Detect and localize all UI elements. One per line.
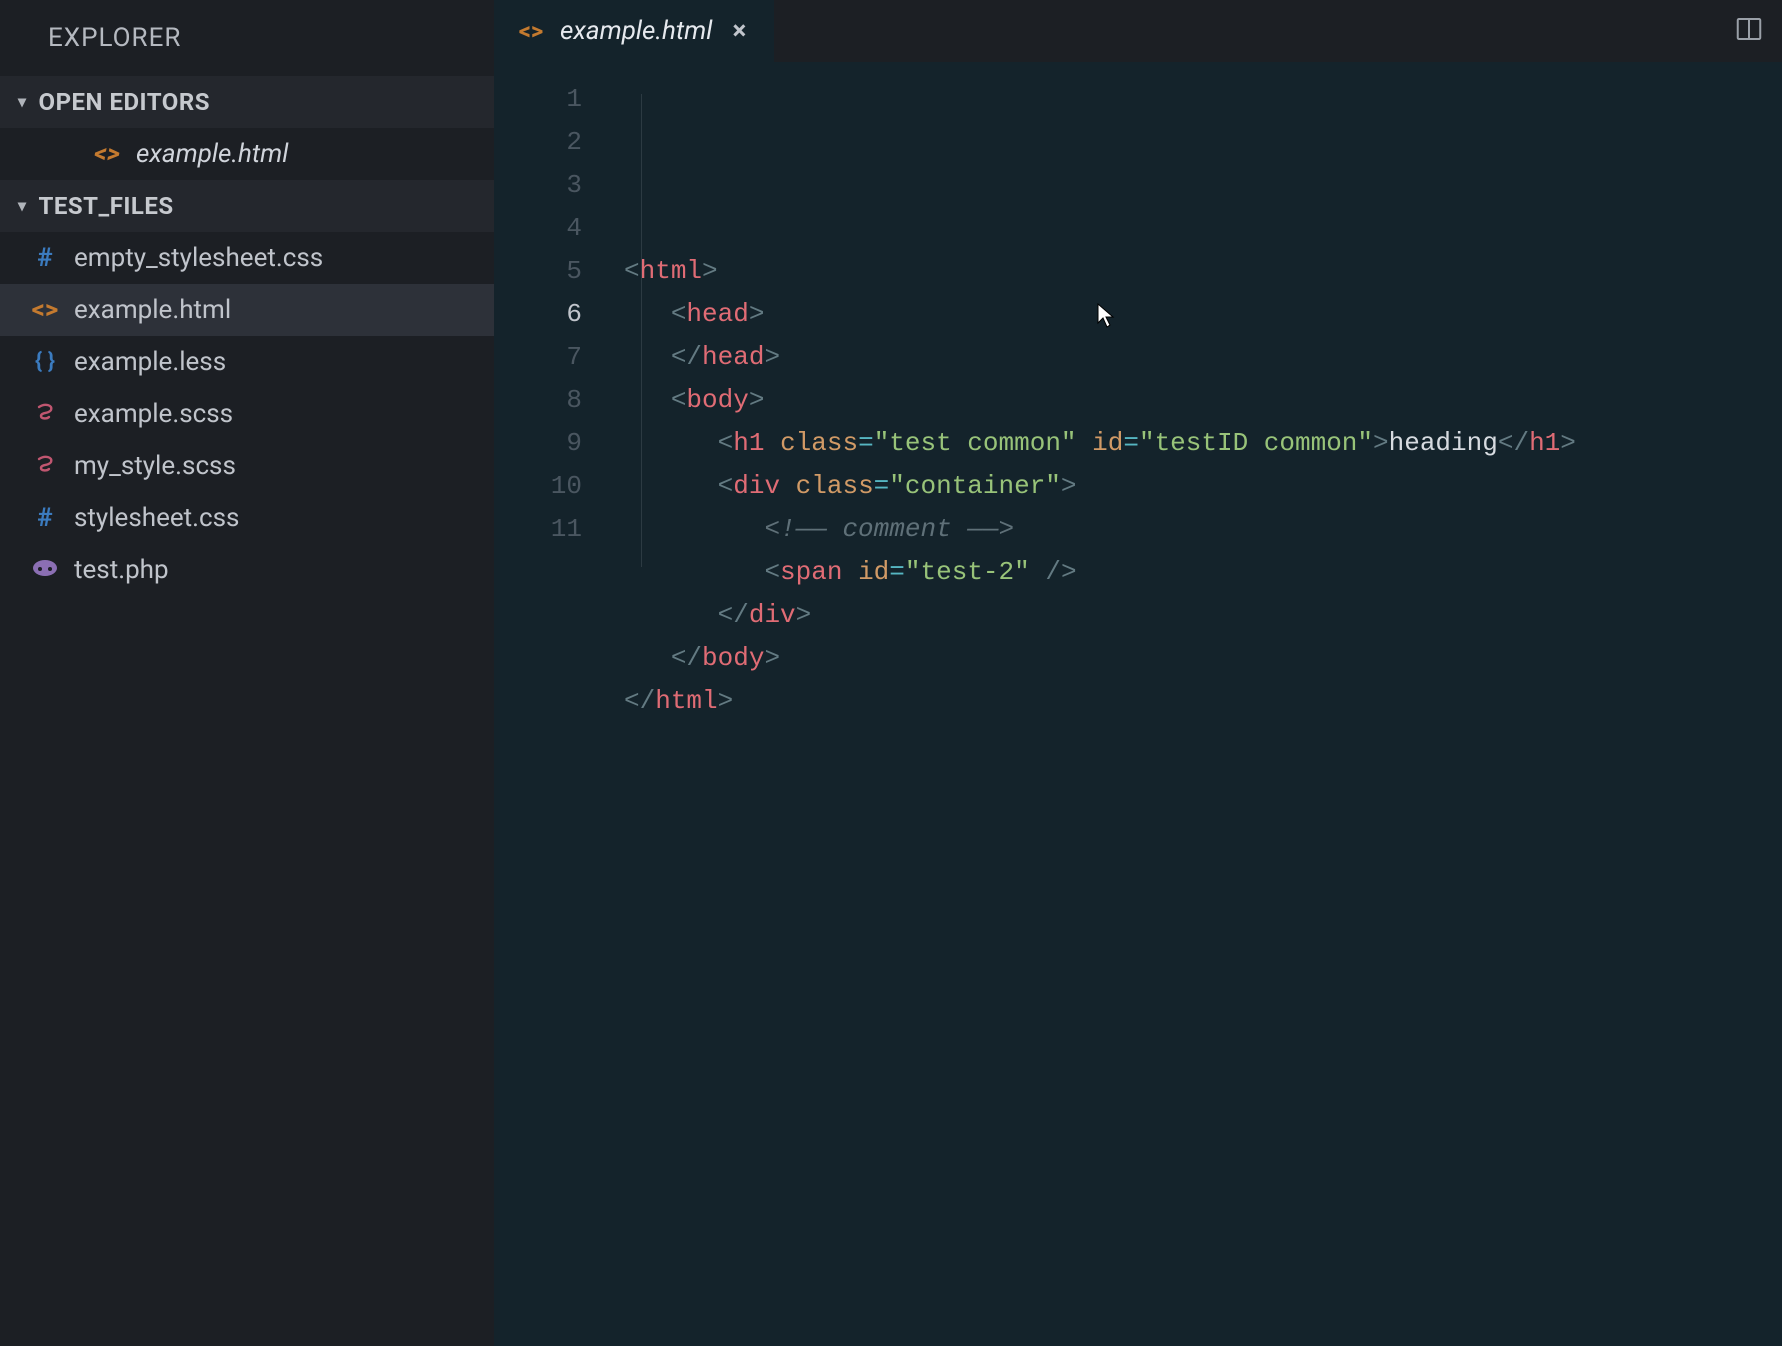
code-line[interactable]: <div class="container">: [624, 465, 1782, 508]
html-file-icon: <>: [30, 297, 60, 323]
open-editors-section[interactable]: ▾ OPEN EDITORS: [0, 76, 494, 128]
line-number: 10: [494, 465, 582, 508]
line-number: 3: [494, 164, 582, 207]
braces-file-icon: { }: [30, 351, 60, 373]
line-number: 5: [494, 250, 582, 293]
line-number: 4: [494, 207, 582, 250]
file-tree-item[interactable]: { } example.less: [0, 336, 494, 388]
code-line[interactable]: </html>: [624, 680, 1782, 723]
php-file-icon: [30, 557, 60, 583]
tab-bar: <> example.html ×: [494, 0, 1782, 62]
code-line[interactable]: </body>: [624, 637, 1782, 680]
folder-label: TEST_FILES: [39, 192, 174, 220]
file-name: example.html: [136, 139, 288, 169]
code-line[interactable]: <html>: [624, 250, 1782, 293]
file-tree-item[interactable]: my_style.scss: [0, 440, 494, 492]
chevron-down-icon: ▾: [18, 198, 27, 214]
open-editors-label: OPEN EDITORS: [39, 88, 210, 116]
split-editor-icon[interactable]: [1734, 14, 1764, 48]
hash-file-icon: #: [30, 245, 60, 271]
code-content[interactable]: <html> <head> </head> <body> <h1 class="…: [624, 78, 1782, 1346]
code-line[interactable]: </head>: [624, 336, 1782, 379]
scss-file-icon: [30, 400, 60, 429]
editor-pane: <> example.html × 1234567891011 <html> <…: [494, 0, 1782, 1346]
file-name: my_style.scss: [74, 451, 236, 481]
line-number: 6: [494, 293, 582, 336]
file-name: test.php: [74, 555, 169, 585]
file-tree-item[interactable]: test.php: [0, 544, 494, 596]
explorer-sidebar: EXPLORER ▾ OPEN EDITORS <> example.html ▾…: [0, 0, 494, 1346]
open-editor-item[interactable]: <> example.html: [0, 128, 494, 180]
hash-file-icon: #: [30, 505, 60, 531]
file-name: empty_stylesheet.css: [74, 243, 323, 273]
code-line[interactable]: <body>: [624, 379, 1782, 422]
code-line[interactable]: <h1 class="test common" id="testID commo…: [624, 422, 1782, 465]
close-icon[interactable]: ×: [726, 16, 752, 46]
file-tree-item[interactable]: example.scss: [0, 388, 494, 440]
sidebar-title: EXPLORER: [0, 0, 494, 76]
file-name: example.scss: [74, 399, 233, 429]
file-name: example.less: [74, 347, 226, 377]
line-number: 7: [494, 336, 582, 379]
line-number-gutter: 1234567891011: [494, 78, 624, 1346]
line-number: 1: [494, 78, 582, 121]
line-number: 2: [494, 121, 582, 164]
folder-section[interactable]: ▾ TEST_FILES: [0, 180, 494, 232]
line-number: 11: [494, 508, 582, 551]
code-line[interactable]: </div>: [624, 594, 1782, 637]
code-line[interactable]: <head>: [624, 293, 1782, 336]
tab-label: example.html: [560, 16, 712, 46]
html-file-icon: <>: [516, 19, 546, 43]
file-name: example.html: [74, 295, 231, 325]
line-number: 8: [494, 379, 582, 422]
scss-file-icon: [30, 452, 60, 481]
html-file-icon: <>: [92, 141, 122, 167]
line-number: 9: [494, 422, 582, 465]
code-line[interactable]: <!—— comment ——>: [624, 508, 1782, 551]
file-tree-item[interactable]: <> example.html: [0, 284, 494, 336]
code-line[interactable]: <span id="test-2" />: [624, 551, 1782, 594]
file-tree-item[interactable]: # stylesheet.css: [0, 492, 494, 544]
code-editor[interactable]: 1234567891011 <html> <head> </head> <bod…: [494, 62, 1782, 1346]
chevron-down-icon: ▾: [18, 94, 27, 110]
file-name: stylesheet.css: [74, 503, 239, 533]
editor-tab[interactable]: <> example.html ×: [494, 0, 774, 62]
file-tree-item[interactable]: # empty_stylesheet.css: [0, 232, 494, 284]
